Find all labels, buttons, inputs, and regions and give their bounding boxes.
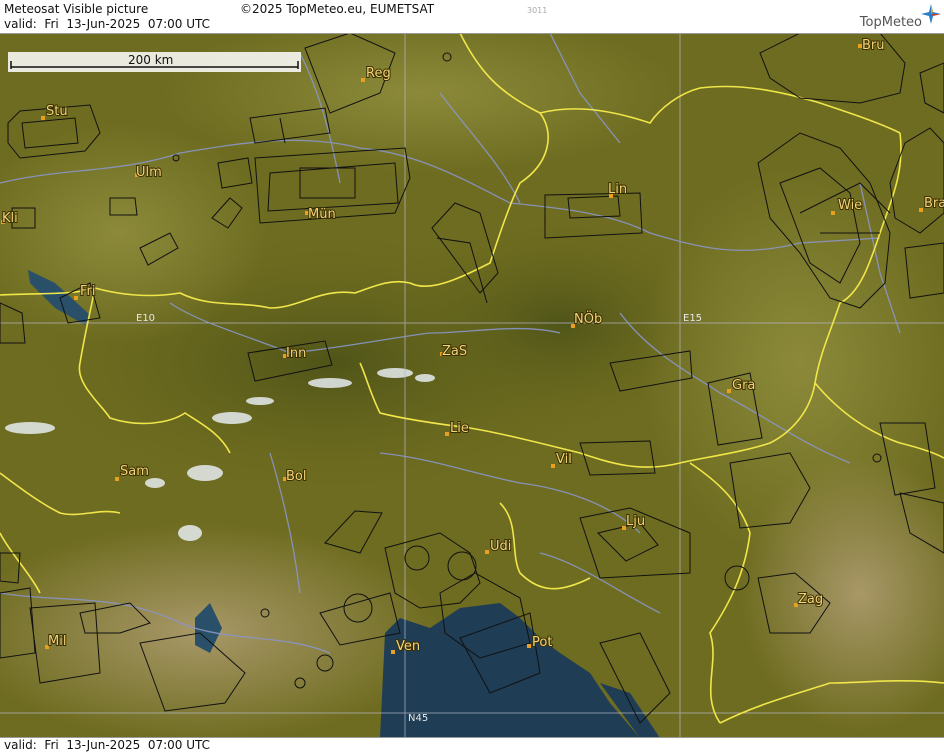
city-label-nöb: NÖb — [574, 310, 602, 327]
city-label-lie: Lie — [450, 421, 469, 436]
grid-label-n45: N45 — [408, 713, 428, 724]
topmeteo-logo-text: TopMeteo — [859, 15, 922, 30]
city-dot-bra — [919, 208, 923, 212]
city-label-wie: Wie — [838, 198, 862, 213]
city-label-fri: Fri — [80, 284, 96, 299]
city-dot-lie — [445, 432, 449, 436]
city-label-lin: Lin — [608, 182, 627, 197]
city-label-kli: Kli — [2, 211, 18, 226]
city-dot-fri — [74, 296, 78, 300]
city-label-bru: Bru — [862, 38, 885, 53]
city-label-lju: Lju — [626, 514, 645, 529]
scale-bar: 200 km — [8, 52, 301, 72]
city-label-udi: Udi — [490, 539, 511, 554]
scale-label: 200 km — [128, 53, 173, 67]
picture-code: 3011 — [527, 6, 548, 15]
city-dot-pot — [527, 644, 531, 648]
city-dot-vil — [551, 464, 555, 468]
city-label-bol: Bol — [286, 469, 306, 484]
valid-time: valid: Fri 13-Jun-2025 07:00 UTC — [4, 17, 211, 31]
grid-label-e10: E10 — [136, 313, 155, 324]
city-label-stu: Stu — [46, 104, 68, 119]
city-label-ven: Ven — [396, 639, 420, 654]
footer-bar: valid: Fri 13-Jun-2025 07:00 UTC — [0, 737, 944, 753]
header-bar: Meteosat Visible picture valid: Fri 13-J… — [0, 0, 944, 34]
map-frame: Meteosat Visible picture valid: Fri 13-J… — [0, 0, 944, 753]
city-dot-gra — [727, 389, 731, 393]
city-label-inn: Inn — [286, 346, 306, 361]
city-label-mün: Mün — [308, 207, 336, 222]
city-label-zag: Zag — [798, 592, 823, 607]
city-dot-wie — [831, 211, 835, 215]
city-label-pot: Pot — [532, 635, 552, 650]
city-label-reg: Reg — [366, 66, 391, 81]
city-label-ulm: Ulm — [136, 165, 162, 180]
picture-title: Meteosat Visible picture — [4, 2, 149, 16]
grid-label-e15: E15 — [683, 313, 702, 324]
city-label-sam: Sam — [120, 464, 149, 479]
satellite-map[interactable]: E10 E15 N45 200 km RegRegBruBruStuStuUlm… — [0, 33, 944, 738]
city-dot-stu — [41, 116, 45, 120]
city-label-vil: Vil — [556, 452, 572, 467]
city-label-zas: ZaS — [442, 344, 467, 359]
city-label-bra: Bra — [924, 196, 944, 211]
city-dot-ven — [391, 650, 395, 654]
city-dot-reg — [361, 78, 365, 82]
topmeteo-star-icon — [921, 4, 941, 24]
city-dot-sam — [115, 477, 119, 481]
footer-valid-time: valid: Fri 13-Jun-2025 07:00 UTC — [4, 738, 211, 752]
city-label-gra: Gra — [732, 378, 755, 393]
city-label-mil: Mil — [48, 634, 66, 649]
copyright: ©2025 TopMeteo.eu, EUMETSAT — [240, 2, 435, 16]
city-dot-udi — [485, 550, 489, 554]
